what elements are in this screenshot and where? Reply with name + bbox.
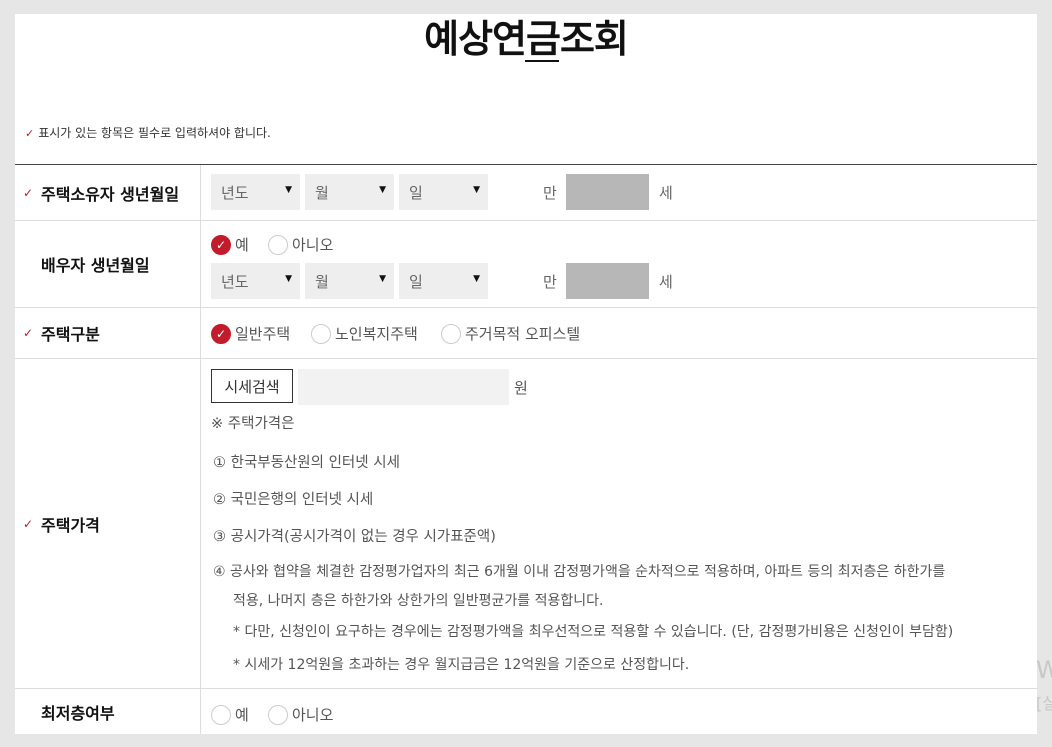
- owner-month-value: 월: [315, 183, 329, 202]
- pension-form-panel: 예상연금조회 ✓ 표시가 있는 항목은 필수로 입력하셔야 합니다. ✓ 주택소유…: [15, 14, 1037, 734]
- required-note: ✓ 표시가 있는 항목은 필수로 입력하셔야 합니다.: [25, 124, 271, 141]
- house-type-officetel-radio[interactable]: 주거목적 오피스텔: [441, 323, 580, 344]
- row-spouse-birth: 배우자 생년월일 ✓ 예 아니오 년도 ▼ 월 ▼ 일 ▼ 만 세: [15, 221, 1037, 308]
- price-note-6: * 다만, 신청인이 요구하는 경우에는 감정평가액을 최우선적으로 적용할 수…: [233, 624, 954, 640]
- owner-age-prefix: 만: [543, 184, 557, 202]
- house-type-general-radio[interactable]: ✓ 일반주택: [211, 323, 290, 344]
- owner-year-select[interactable]: 년도 ▼: [211, 174, 300, 210]
- row-owner-birth: ✓ 주택소유자 생년월일 년도 ▼ 월 ▼ 일 ▼ 만 세: [15, 165, 1037, 221]
- triangle-down-icon: ▼: [473, 274, 480, 284]
- house-type-field: ✓ 일반주택 노인복지주택 주거목적 오피스텔: [211, 308, 1037, 358]
- spouse-no-label: 아니오: [292, 236, 334, 254]
- radio-empty-icon: [441, 323, 461, 344]
- spouse-age-box: [566, 263, 649, 299]
- spouse-no-radio[interactable]: 아니오: [268, 234, 333, 255]
- price-input[interactable]: [298, 369, 509, 405]
- house-price-label-text: 주택가격: [41, 515, 100, 535]
- owner-day-select[interactable]: 일 ▼: [399, 174, 488, 210]
- radio-empty-icon: [268, 234, 288, 255]
- owner-age-suffix: 세: [659, 184, 673, 202]
- spouse-month-select[interactable]: 월 ▼: [305, 263, 394, 299]
- owner-month-select[interactable]: 월 ▼: [305, 174, 394, 210]
- house-type-label: ✓ 주택구분: [15, 308, 201, 358]
- check-icon: ✓: [211, 234, 231, 255]
- price-note-7: * 시세가 12억원을 초과하는 경우 월지급금은 12억원을 기준으로 산정합…: [233, 657, 690, 673]
- check-icon: ✓: [22, 185, 34, 200]
- required-note-text: 표시가 있는 항목은 필수로 입력하셔야 합니다.: [38, 126, 271, 140]
- price-note-5: 적용, 나머지 층은 하한가와 상한가의 일반평균가를 적용합니다.: [233, 593, 604, 609]
- lowest-floor-field: 예 아니오: [211, 689, 1037, 734]
- spouse-yes-radio[interactable]: ✓ 예: [211, 234, 249, 255]
- price-note-2: ② 국민은행의 인터넷 시세: [213, 492, 374, 508]
- spouse-birth-label-text: 배우자 생년월일: [41, 256, 150, 275]
- spouse-age-suffix: 세: [659, 273, 673, 291]
- lowest-floor-no-label: 아니오: [292, 706, 334, 724]
- triangle-down-icon: ▼: [379, 185, 386, 195]
- lowest-floor-label-text: 최저층여부: [41, 703, 115, 723]
- house-price-field: 시세검색 원 ※ 주택가격은 ① 한국부동산원의 인터넷 시세 ② 국민은행의 …: [211, 359, 1037, 688]
- owner-birth-field: 년도 ▼ 월 ▼ 일 ▼ 만 세: [211, 165, 1037, 220]
- spouse-age-prefix: 만: [543, 273, 557, 291]
- price-note-4: ④ 공사와 협약을 체결한 감정평가업자의 최근 6개월 이내 감정평가액을 순…: [213, 564, 946, 580]
- price-note-title: ※ 주택가격은: [211, 416, 295, 432]
- owner-day-value: 일: [409, 183, 423, 202]
- watermark-text: W: [1036, 656, 1052, 684]
- spouse-year-value: 년도: [221, 272, 249, 291]
- owner-birth-label: ✓ 주택소유자 생년월일: [15, 165, 201, 220]
- house-type-officetel-label: 주거목적 오피스텔: [465, 325, 581, 343]
- spouse-month-value: 월: [315, 272, 329, 291]
- price-note-3: ③ 공시가격(공시가격이 없는 경우 시가표준액): [213, 529, 496, 545]
- spouse-birth-field: ✓ 예 아니오 년도 ▼ 월 ▼ 일 ▼ 만 세: [211, 221, 1037, 307]
- lowest-floor-no-radio[interactable]: 아니오: [268, 704, 333, 725]
- lowest-floor-yes-label: 예: [235, 706, 249, 724]
- triangle-down-icon: ▼: [473, 185, 480, 195]
- lowest-floor-label: 최저층여부: [15, 689, 201, 734]
- row-lowest-floor: 최저층여부 예 아니오: [15, 689, 1037, 734]
- price-search-button[interactable]: 시세검색: [211, 369, 293, 403]
- row-house-price: ✓ 주택가격 시세검색 원 ※ 주택가격은 ① 한국부동산원의 인터넷 시세 ②…: [15, 359, 1037, 689]
- watermark-text-2: [실: [1036, 694, 1052, 713]
- triangle-down-icon: ▼: [285, 274, 292, 284]
- triangle-down-icon: ▼: [379, 274, 386, 284]
- radio-empty-icon: [268, 704, 288, 725]
- house-type-label-text: 주택구분: [41, 325, 100, 344]
- owner-age-box: [566, 174, 649, 210]
- check-icon: ✓: [22, 326, 34, 340]
- check-icon: ✓: [211, 323, 231, 344]
- title-underline: [525, 60, 559, 62]
- row-house-type: ✓ 주택구분 ✓ 일반주택 노인복지주택 주거목적 오피스텔: [15, 308, 1037, 359]
- check-icon: ✓: [22, 516, 34, 531]
- price-note-1: ① 한국부동산원의 인터넷 시세: [213, 455, 400, 471]
- owner-year-value: 년도: [221, 183, 249, 202]
- house-price-label: ✓ 주택가격: [15, 359, 201, 688]
- spouse-year-select[interactable]: 년도 ▼: [211, 263, 300, 299]
- house-type-senior-label: 노인복지주택: [335, 325, 418, 343]
- page-title: 예상연금조회: [424, 17, 629, 61]
- house-type-general-label: 일반주택: [235, 325, 291, 343]
- spouse-day-value: 일: [409, 272, 423, 291]
- radio-empty-icon: [311, 323, 331, 344]
- spouse-day-select[interactable]: 일 ▼: [399, 263, 488, 299]
- triangle-down-icon: ▼: [285, 185, 292, 195]
- radio-empty-icon: [211, 704, 231, 725]
- check-icon: ✓: [25, 127, 35, 140]
- owner-birth-label-text: 주택소유자 생년월일: [41, 184, 180, 204]
- lowest-floor-yes-radio[interactable]: 예: [211, 704, 249, 725]
- spouse-yes-label: 예: [235, 236, 249, 254]
- price-unit: 원: [514, 379, 528, 397]
- house-type-senior-radio[interactable]: 노인복지주택: [311, 323, 418, 344]
- spouse-birth-label: 배우자 생년월일: [15, 221, 201, 307]
